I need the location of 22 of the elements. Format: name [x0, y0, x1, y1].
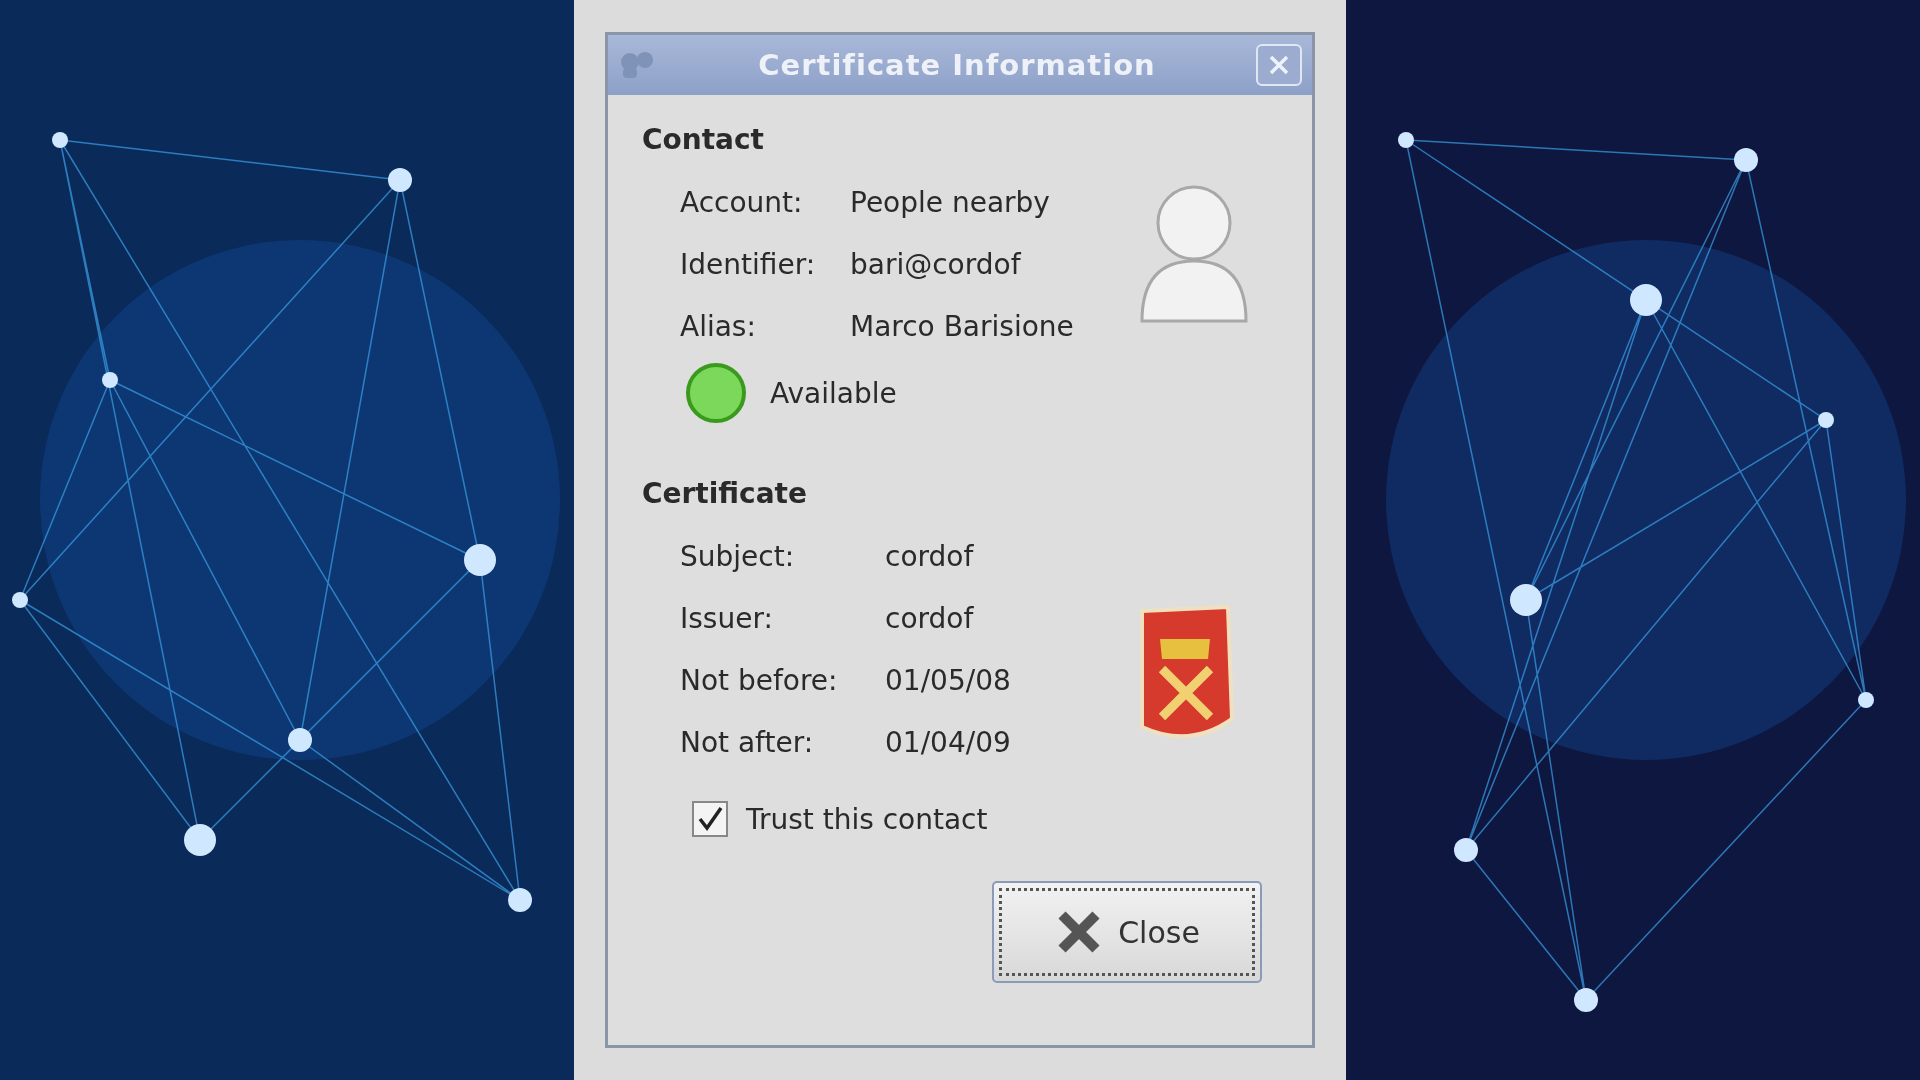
field-label: Alias: — [680, 309, 757, 345]
field-value: cordof — [885, 601, 975, 637]
close-icon — [1267, 53, 1291, 77]
window-title: Certificate Information — [757, 48, 1157, 82]
section-heading: Certificate — [642, 477, 808, 512]
checkbox[interactable] — [692, 801, 728, 837]
field-label: Not after: — [680, 725, 815, 761]
field-value: People nearby — [850, 185, 1051, 221]
trust-checkbox[interactable]: Trust this contact — [642, 801, 1262, 837]
field-value: 01/05/08 — [885, 663, 1011, 699]
field-label: Account: — [680, 185, 804, 221]
section-heading: Contact — [642, 123, 765, 158]
field-value: bari@cordof — [850, 247, 1022, 283]
close-button[interactable]: Close — [992, 881, 1262, 983]
field-value: cordof — [885, 539, 975, 575]
field-label: Subject: — [680, 539, 796, 575]
field-label: Identifier: — [680, 247, 817, 283]
field-value: Marco Barisione — [850, 309, 1074, 345]
field-label: Issuer: — [680, 601, 774, 637]
status-label: Available — [770, 376, 897, 410]
field-value: 01/04/09 — [885, 725, 1011, 761]
field-label: Not before: — [680, 663, 839, 699]
